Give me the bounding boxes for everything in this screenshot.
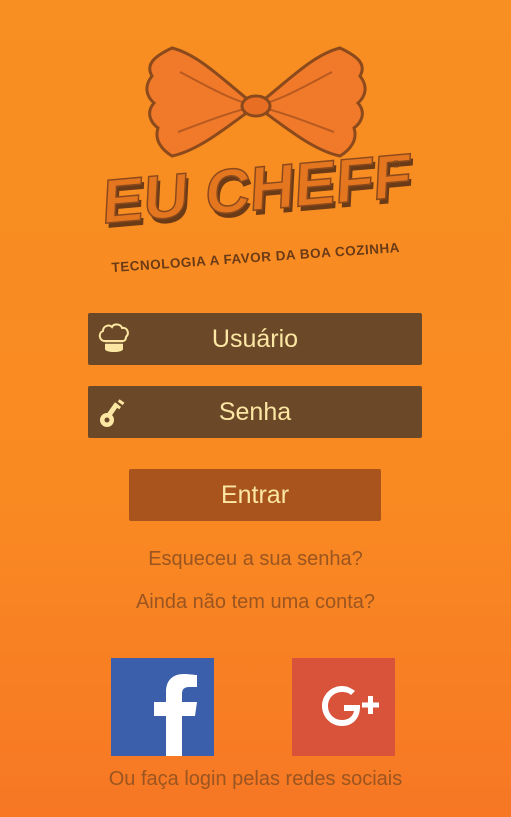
social-login-caption: Ou faça login pelas redes sociais	[108, 768, 403, 790]
password-field[interactable]: Senha	[88, 386, 422, 438]
tagline: TECNOLOGIA A FAVOR DA BOA COZINHA	[111, 240, 400, 275]
username-field[interactable]: Usuário	[88, 313, 422, 365]
bowtie-pasta-icon	[145, 46, 367, 158]
login-button[interactable]: Entrar	[129, 469, 381, 521]
password-placeholder: Senha	[218, 397, 292, 426]
google-plus-login-button[interactable]	[292, 658, 395, 756]
facebook-icon	[154, 674, 197, 756]
signup-link[interactable]: Ainda não tem uma conta?	[0, 591, 511, 614]
google-plus-icon	[322, 686, 379, 726]
forgot-password-link[interactable]: Esqueceu a sua senha?	[0, 548, 511, 571]
app-logo: EU CHEFF EU CHEFF © TECNOLOGIA A FAVOR D…	[0, 0, 511, 300]
username-placeholder: Usuário	[211, 324, 299, 353]
copyright-mark: ©	[392, 159, 400, 171]
brand-name: EU CHEFF	[101, 141, 413, 237]
facebook-login-button[interactable]	[111, 658, 214, 756]
